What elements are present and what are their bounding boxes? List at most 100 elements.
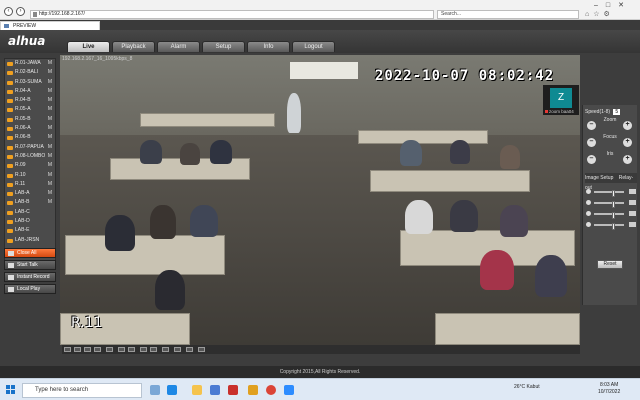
hue-slider[interactable] [586,211,636,219]
camera-icon [7,210,13,215]
forward-icon[interactable]: › [16,7,25,16]
browser-search-input[interactable]: Search... [437,10,579,19]
channel-item[interactable]: R.04-A M [5,87,55,96]
channel-item[interactable]: LAB-B M [5,198,55,207]
channel-item[interactable]: R.05-B M [5,115,55,124]
focus-label: Focus [603,134,617,140]
settings-icon[interactable] [174,347,181,352]
taskbar-clock[interactable]: 8:03 AM 10/7/2022 [598,382,620,396]
toolbar-icons[interactable]: ⌂☆⚙ [585,10,614,18]
clock-time: 8:03 AM [599,382,619,388]
channel-item[interactable]: R.03-SUMA M [5,78,55,87]
student-figure [500,145,520,169]
nav-playback[interactable]: Playback [112,41,155,52]
audio-icon[interactable] [162,347,169,352]
browser-tab[interactable]: PREVIEW [0,21,100,30]
nav-live[interactable]: Live [67,41,110,52]
channel-item[interactable]: R.04-B M [5,96,55,105]
chrome-icon[interactable] [266,385,276,395]
snapshot-icon[interactable] [128,347,135,352]
address-bar[interactable]: http://192.168.2.167/ [30,10,434,19]
instant-record-button[interactable]: Instant Record [4,272,56,282]
channel-item[interactable]: LAB-JRSN [5,236,55,245]
start-talk-button[interactable]: Start Talk [4,260,56,270]
zoom-popup[interactable]: Z zoom baa04 [543,85,579,115]
channel-item[interactable]: R.06-B M [5,133,55,142]
channel-item[interactable]: LAB-C [5,208,55,217]
focus-in-button[interactable]: + [623,138,632,147]
iris-label: Iris [606,151,614,157]
window-controls[interactable]: –□✕ [594,1,632,9]
slider-thumb[interactable] [612,212,615,219]
reset-button[interactable]: Reset [597,260,623,269]
layout-9-icon[interactable] [84,347,91,352]
channel-item[interactable]: R.09 M [5,161,55,170]
zoom-out-button[interactable]: – [587,121,596,130]
student-figure [210,140,232,164]
app-icon[interactable] [248,385,258,395]
fullscreen-icon[interactable] [106,347,113,352]
channel-item[interactable]: R.05-A M [5,105,55,114]
channel-item[interactable]: R.01-JAWA M [5,59,55,68]
camera-icon [7,80,13,85]
channel-item[interactable]: R.02-BALI M [5,68,55,77]
zoom-in-button[interactable]: + [623,121,632,130]
sequence-icon[interactable] [186,347,193,352]
channel-item[interactable]: R.06-A M [5,124,55,133]
mail-icon[interactable] [228,385,238,395]
nav-setup[interactable]: Setup [202,41,245,52]
video-feed[interactable]: 192.168.2.167_16_1095kbps_8 2022-10-07 0… [60,55,580,345]
weather-widget[interactable]: 26°C Kabut [514,384,540,390]
url-text: http://192.168.2.167/ [39,11,85,17]
channel-item[interactable]: LAB-D [5,217,55,226]
local-play-button[interactable]: Local Play [4,284,56,294]
contrast-slider[interactable] [586,200,636,208]
channel-item[interactable]: R.11 M [5,180,55,189]
channel-item[interactable]: LAB-E [5,226,55,235]
mute-icon [545,110,548,113]
saturation-slider[interactable] [586,222,636,230]
record-icon[interactable] [140,347,147,352]
slider-value [629,200,636,205]
zoom-app-icon[interactable] [284,385,294,395]
camera-icon [7,127,13,132]
zoom-icon[interactable] [150,347,157,352]
channel-item[interactable]: R.07-PAPUA M [5,143,55,152]
camera-icon [7,89,13,94]
slider-thumb[interactable] [612,223,615,230]
channel-name: R.06-A [15,125,31,132]
channel-item[interactable]: R.10 M [5,171,55,180]
layout-4-icon[interactable] [74,347,81,352]
layout-16-icon[interactable] [94,347,101,352]
close-icon [8,251,14,256]
store-icon[interactable] [210,385,220,395]
back-icon[interactable]: ‹ [4,7,13,16]
slider-value [629,211,636,216]
channel-item[interactable]: R.08-LOMBO M [5,152,55,161]
image-setup-tab[interactable]: Image Setup [585,175,613,181]
windows-start-icon[interactable] [6,385,16,395]
dvr-web-app: alhua Live Playback Alarm Setup Info Log… [0,30,640,378]
layout-custom-icon[interactable] [118,347,125,352]
close-view-icon[interactable] [198,347,205,352]
layout-1-icon[interactable] [64,347,71,352]
slider-thumb[interactable] [612,201,615,208]
channel-item[interactable]: LAB-A M [5,189,55,198]
tab-favicon-icon [4,24,9,28]
nav-logout[interactable]: Logout [292,41,335,52]
brightness-slider[interactable] [586,189,636,197]
slider-track [594,223,624,230]
iris-out-button[interactable]: – [587,155,596,164]
task-view-icon[interactable] [150,385,160,395]
slider-thumb[interactable] [612,190,615,197]
taskbar-search-input[interactable]: Type here to search [22,383,142,398]
camera-icon [7,201,13,206]
edge-icon[interactable] [167,385,177,395]
focus-out-button[interactable]: – [587,138,596,147]
close-all-button[interactable]: Close All [4,248,56,258]
nav-alarm[interactable]: Alarm [157,41,200,52]
nav-info[interactable]: Info [247,41,290,52]
main-nav: Live Playback Alarm Setup Info Logout [67,41,335,52]
iris-in-button[interactable]: + [623,155,632,164]
file-explorer-icon[interactable] [192,385,202,395]
